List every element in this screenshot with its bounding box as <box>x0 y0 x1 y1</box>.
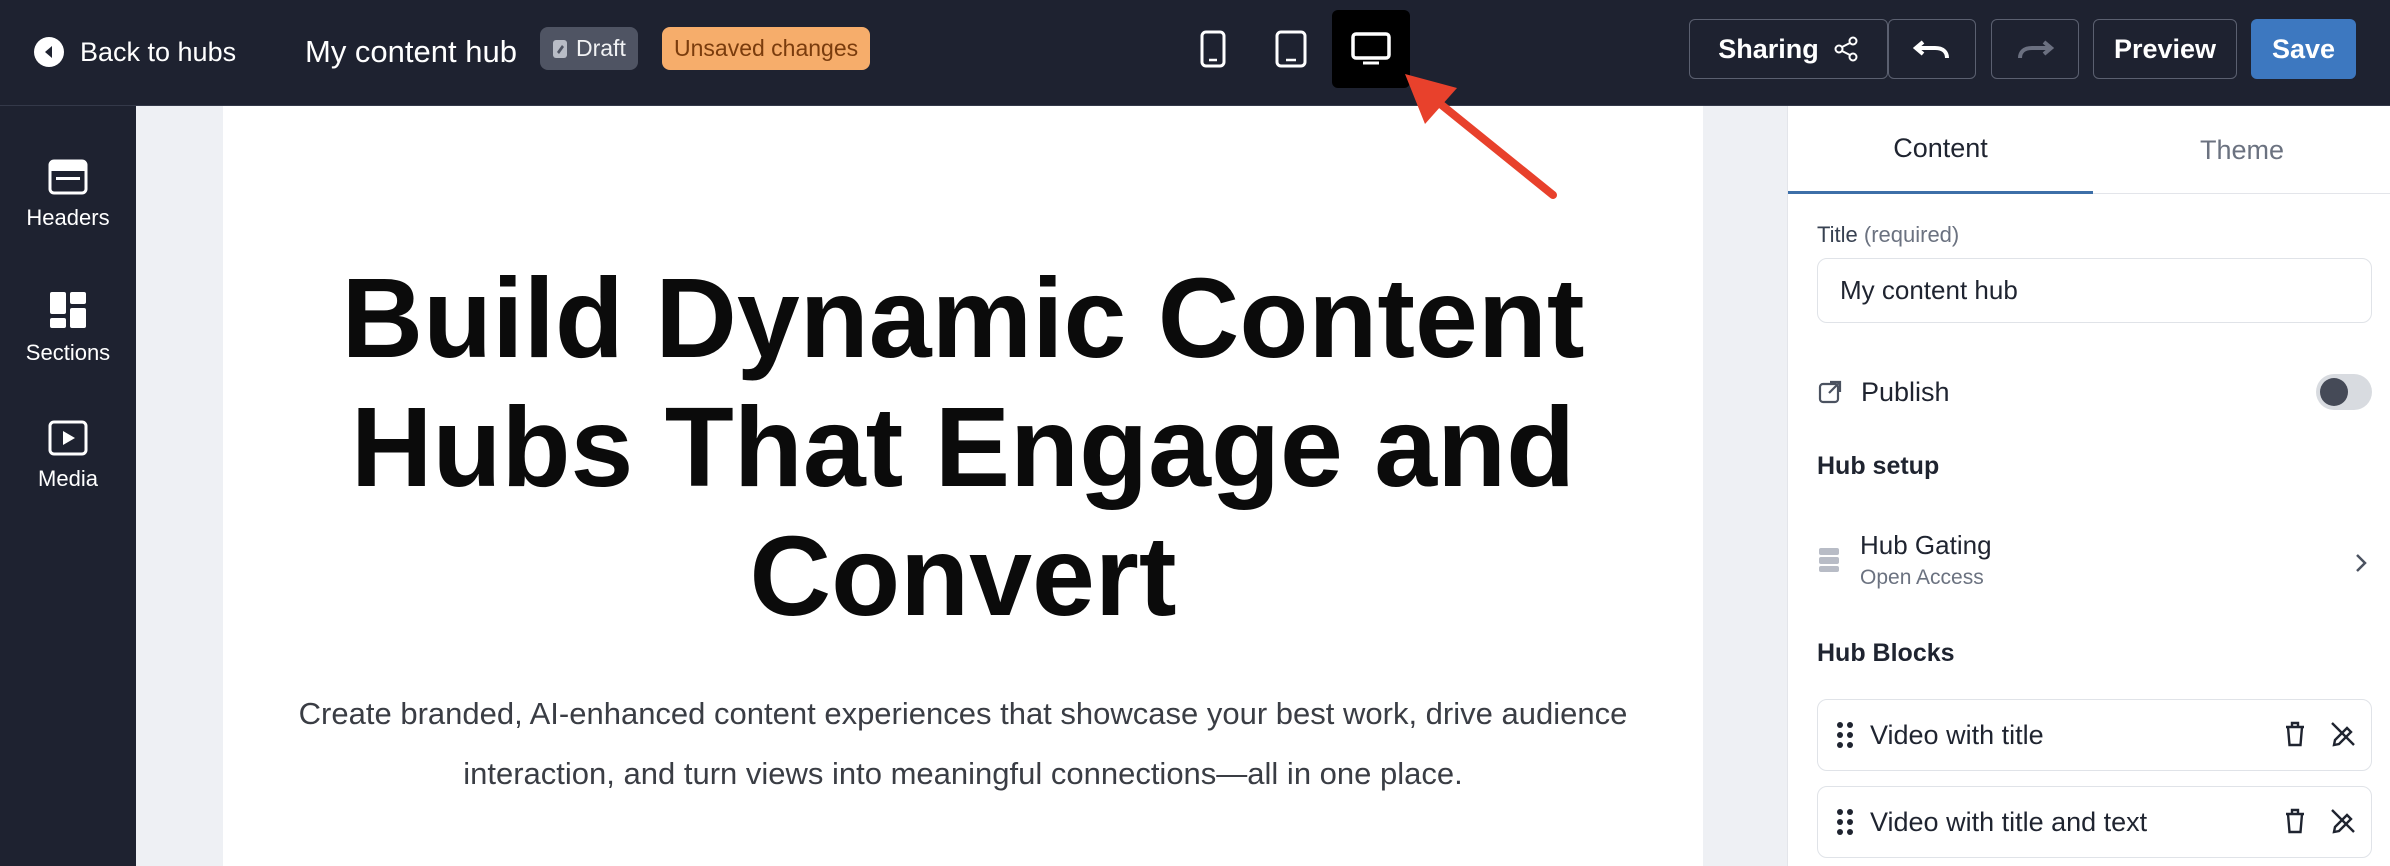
hub-gating-row[interactable]: Hub Gating Open Access <box>1817 526 2372 596</box>
share-icon <box>1834 36 1858 62</box>
external-link-icon <box>1818 380 1842 404</box>
mobile-view-button[interactable] <box>1174 10 1252 88</box>
trash-icon[interactable] <box>2283 807 2307 835</box>
media-icon <box>48 420 88 456</box>
rail-item-media[interactable]: Media <box>0 420 136 492</box>
preview-button[interactable]: Preview <box>2093 19 2237 79</box>
gating-icon <box>1819 548 1839 572</box>
top-bar: Back to hubs My content hub Draft Unsave… <box>0 0 2390 106</box>
annotation-arrow-icon <box>1405 74 1557 199</box>
redo-button[interactable] <box>1991 19 2079 79</box>
draft-icon <box>553 39 567 58</box>
tab-content[interactable]: Content <box>1788 106 2093 194</box>
hub-title: My content hub <box>305 34 517 69</box>
back-arrow-icon <box>34 37 64 67</box>
chevron-right-icon <box>2356 554 2367 572</box>
back-to-hubs-link[interactable]: Back to hubs <box>34 30 236 74</box>
rail-item-headers[interactable]: Headers <box>0 159 136 231</box>
publish-row: Publish <box>1817 364 2372 420</box>
edit-off-icon[interactable] <box>2329 807 2357 835</box>
block-actions <box>2283 807 2357 835</box>
undo-icon <box>1913 40 1949 59</box>
drag-handle-icon[interactable] <box>1836 721 1854 749</box>
rail-label-media: Media <box>38 466 98 491</box>
headers-icon <box>48 159 88 195</box>
trash-icon[interactable] <box>2283 720 2307 748</box>
tab-theme[interactable]: Theme <box>2093 106 2390 194</box>
title-field-label: Title (required) <box>1817 222 1959 248</box>
save-button[interactable]: Save <box>2251 19 2356 79</box>
hub-setup-title: Hub setup <box>1817 452 1940 480</box>
publish-toggle[interactable] <box>2316 374 2372 410</box>
tablet-view-button[interactable] <box>1252 10 1330 88</box>
hub-page-preview: Build Dynamic Content Hubs That Engage a… <box>223 106 1703 866</box>
title-input[interactable] <box>1817 258 2372 323</box>
mobile-icon <box>1200 30 1226 68</box>
desktop-icon <box>1351 32 1391 65</box>
sharing-button[interactable]: Sharing <box>1689 19 1888 79</box>
editor-canvas: Build Dynamic Content Hubs That Engage a… <box>136 106 1787 866</box>
rail-label-sections: Sections <box>25 340 111 365</box>
hero-subheadline[interactable]: Create branded, AI-enhanced content expe… <box>263 684 1663 804</box>
draft-badge: Draft <box>540 27 638 70</box>
left-rail: Headers Sections Media <box>0 106 136 866</box>
redo-icon <box>2018 40 2054 59</box>
hub-block-row[interactable]: Video with title <box>1817 699 2372 771</box>
undo-button[interactable] <box>1888 19 1976 79</box>
sections-icon <box>50 292 86 328</box>
settings-panel: Content Theme Title (required) Publish H… <box>1787 106 2390 866</box>
publish-label: Publish <box>1861 376 1950 407</box>
hub-blocks-title: Hub Blocks <box>1817 639 1955 667</box>
tablet-icon <box>1275 30 1307 68</box>
edit-off-icon[interactable] <box>2329 720 2357 748</box>
hub-block-row[interactable]: Video with title and text <box>1817 786 2372 858</box>
block-actions <box>2283 720 2357 748</box>
hub-block-label: Video with title and text <box>1870 806 2148 837</box>
hero-headline[interactable]: Build Dynamic Content Hubs That Engage a… <box>263 254 1663 641</box>
drag-handle-icon[interactable] <box>1836 808 1854 836</box>
panel-tabs: Content Theme <box>1788 106 2390 194</box>
draft-label: Draft <box>576 35 626 61</box>
hub-gating-value: Open Access <box>1860 566 1984 589</box>
rail-item-sections[interactable]: Sections <box>0 290 136 366</box>
sharing-label: Sharing <box>1718 33 1819 64</box>
back-label: Back to hubs <box>80 36 237 67</box>
title-label-text: Title <box>1817 222 1858 247</box>
rail-label-headers: Headers <box>26 205 110 230</box>
toggle-knob <box>2320 378 2348 406</box>
hub-block-label: Video with title <box>1870 719 2044 750</box>
unsaved-changes-badge: Unsaved changes <box>662 27 871 70</box>
required-hint: (required) <box>1863 222 1960 247</box>
hub-gating-name: Hub Gating <box>1860 530 1992 560</box>
